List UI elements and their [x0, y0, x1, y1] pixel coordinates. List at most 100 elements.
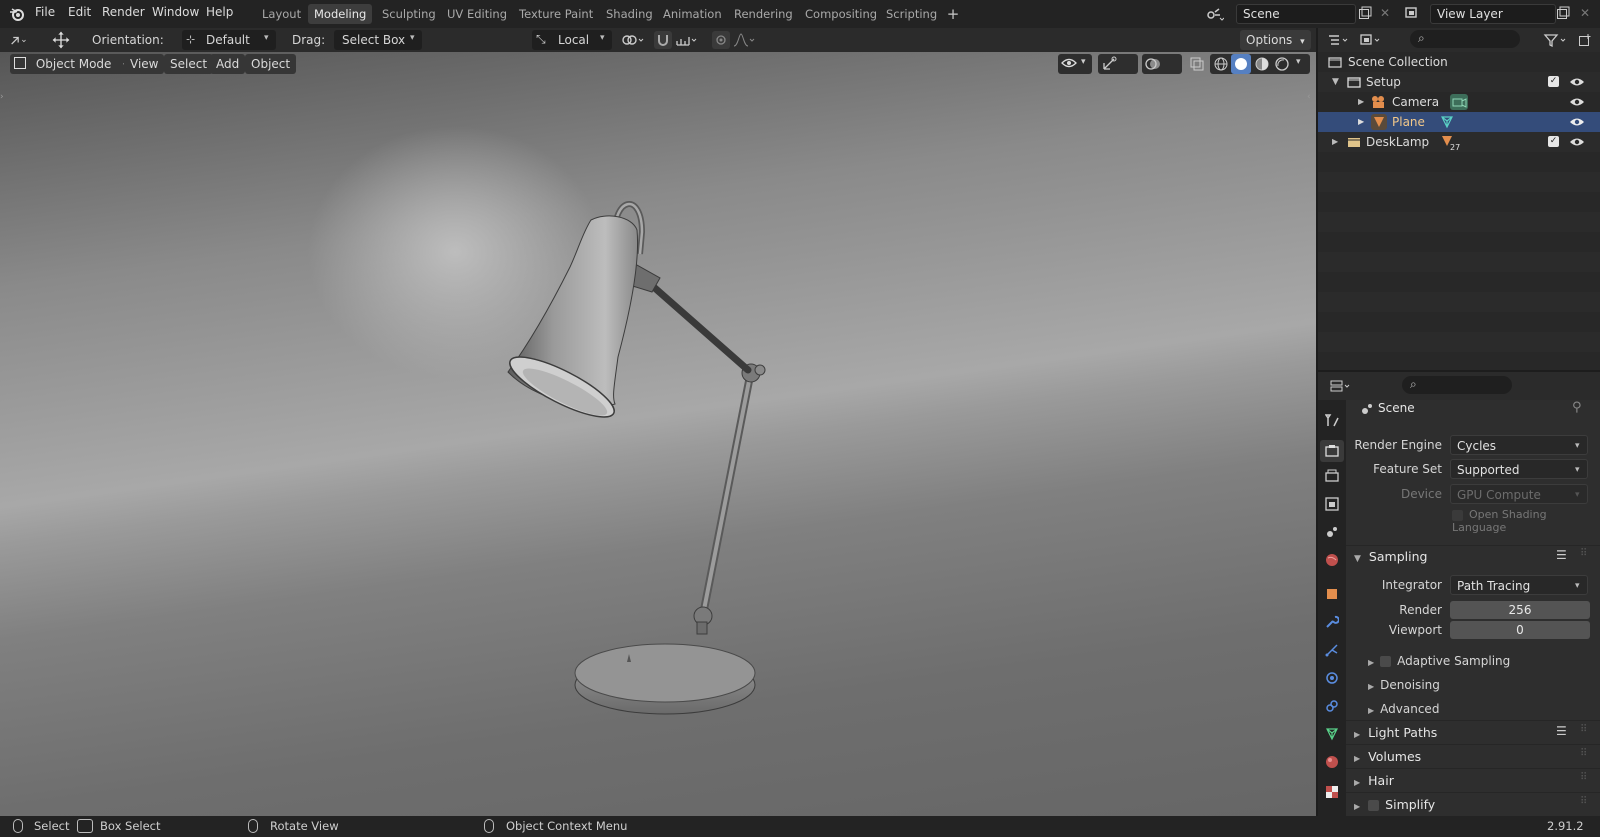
texture-tab-icon[interactable]	[1324, 784, 1340, 800]
snap-magnet-icon[interactable]	[654, 31, 672, 49]
proportional-editing-icon[interactable]	[712, 31, 730, 49]
tab-compositing[interactable]: Compositing	[799, 4, 883, 24]
top-bar: File Edit Render Window Help Layout Mode…	[0, 0, 1600, 28]
outliner-search-input[interactable]: ⌕	[1410, 30, 1520, 48]
expand-arrow-icon: ▶	[1354, 730, 1361, 739]
volumes-panel-header[interactable]: ▶ Volumes	[1354, 749, 1421, 764]
denoising-subpanel[interactable]: ▶ Denoising	[1368, 678, 1440, 692]
tool-mode-icon[interactable]	[10, 31, 28, 49]
tab-scripting[interactable]: Scripting	[880, 4, 943, 24]
view-layer-field[interactable]: View Layer	[1430, 4, 1556, 24]
pin-icon[interactable]: ⚲	[1572, 400, 1582, 415]
snap-increment-icon[interactable]	[674, 31, 700, 49]
advanced-subpanel[interactable]: ▶ Advanced	[1368, 702, 1439, 716]
constraints-tab-icon[interactable]	[1324, 698, 1340, 714]
scene-tab-icon[interactable]	[1324, 524, 1340, 540]
properties-search-input[interactable]: ⌕	[1402, 376, 1512, 394]
expand-arrow-icon: ▶	[1368, 682, 1375, 691]
light-paths-panel-header[interactable]: ▶ Light Paths	[1354, 725, 1437, 740]
tab-uv-editing[interactable]: UV Editing	[441, 4, 513, 24]
outliner-item-plane[interactable]: ▶ Plane	[1318, 112, 1600, 132]
delete-view-layer-icon[interactable]: ✕	[1576, 4, 1594, 22]
tool-settings-tab-icon[interactable]	[1324, 412, 1340, 428]
scene-selector-icon[interactable]	[1206, 5, 1224, 23]
new-scene-icon[interactable]	[1356, 4, 1374, 22]
menu-file[interactable]: File	[35, 5, 55, 19]
hair-panel-header[interactable]: ▶ Hair	[1354, 773, 1394, 788]
expand-arrow-icon[interactable]: ▶	[1332, 132, 1338, 152]
eye-icon[interactable]	[1569, 135, 1585, 155]
tab-texture-paint[interactable]: Texture Paint	[513, 4, 599, 24]
drag-dropdown[interactable]: Select Box ▾	[334, 30, 422, 50]
presets-list-icon[interactable]: ☰	[1556, 724, 1567, 738]
device-value: GPU Compute	[1457, 488, 1541, 502]
tab-sculpting[interactable]: Sculpting	[376, 4, 442, 24]
camera-data-icon[interactable]	[1450, 94, 1468, 110]
particles-tab-icon[interactable]	[1324, 642, 1340, 658]
expand-arrow-icon[interactable]: ▶	[1358, 112, 1364, 132]
new-view-layer-icon[interactable]	[1554, 4, 1572, 22]
simplify-checkbox[interactable]	[1368, 800, 1380, 811]
advanced-label: Advanced	[1380, 702, 1440, 716]
outliner-item-desklamp[interactable]: ▶ DeskLamp 27 ✓	[1318, 132, 1600, 152]
tab-layout[interactable]: Layout	[256, 4, 307, 24]
desk-lamp-model[interactable]	[0, 52, 1316, 816]
integrator-dropdown[interactable]: Path Tracing ▾	[1450, 575, 1588, 595]
drag-handle-icon[interactable]: ⠿	[1580, 748, 1587, 759]
orientation-dropdown[interactable]: ⊹ Default ▾	[182, 30, 276, 50]
menu-window[interactable]: Window	[152, 5, 199, 19]
drag-handle-icon[interactable]: ⠿	[1580, 548, 1587, 559]
world-tab-icon[interactable]	[1324, 552, 1340, 568]
outliner-item-setup[interactable]: ▼ Setup ✓	[1318, 72, 1600, 92]
pivot-dropdown[interactable]: ⤡ Local ▾	[532, 30, 612, 50]
expand-arrow-icon[interactable]: ▶	[1358, 92, 1364, 112]
sampling-panel-header[interactable]: ▼ Sampling	[1354, 549, 1427, 564]
drag-handle-icon[interactable]: ⠿	[1580, 796, 1587, 807]
expand-arrow-icon: ▶	[1368, 706, 1375, 715]
feature-set-dropdown[interactable]: Supported ▾	[1450, 459, 1588, 479]
viewport-samples-field[interactable]: 0	[1450, 621, 1590, 639]
blender-logo-icon[interactable]	[8, 5, 26, 23]
menu-edit[interactable]: Edit	[68, 5, 91, 19]
mesh-data-tab-icon[interactable]	[1324, 726, 1340, 742]
delete-scene-icon[interactable]: ✕	[1376, 4, 1394, 22]
tab-shading[interactable]: Shading	[600, 4, 659, 24]
drag-handle-icon[interactable]: ⠿	[1580, 772, 1587, 783]
outliner-scene-collection[interactable]: Scene Collection	[1318, 52, 1600, 72]
add-workspace-icon[interactable]: +	[944, 5, 962, 23]
adaptive-sampling-subpanel[interactable]: ▶ Adaptive Sampling	[1368, 654, 1510, 668]
checkbox-icon[interactable]: ✓	[1548, 76, 1559, 87]
new-collection-icon[interactable]	[1576, 31, 1594, 49]
render-engine-dropdown[interactable]: Cycles ▾	[1450, 435, 1588, 455]
status-box-select: Box Select	[100, 819, 161, 833]
volumes-title: Volumes	[1368, 749, 1422, 764]
view-layer-icon[interactable]	[1404, 4, 1422, 22]
filter-icon[interactable]	[1542, 31, 1570, 49]
3d-viewport[interactable]: Object Mode ▾ View Select Add Object ▾	[0, 52, 1316, 816]
adaptive-sampling-checkbox[interactable]	[1380, 656, 1392, 667]
editor-type-icon[interactable]	[1326, 31, 1352, 49]
drag-handle-icon[interactable]: ⠿	[1580, 724, 1587, 735]
properties-editor-type-icon[interactable]	[1328, 377, 1354, 395]
simplify-panel-header[interactable]: ▶ Simplify	[1354, 797, 1435, 812]
display-mode-icon[interactable]	[1358, 31, 1384, 49]
scene-name-field[interactable]: Scene	[1236, 4, 1356, 24]
material-tab-icon[interactable]	[1324, 754, 1340, 770]
tab-rendering[interactable]: Rendering	[728, 4, 799, 24]
expand-arrow-icon[interactable]: ▼	[1332, 72, 1339, 92]
falloff-curve-icon[interactable]	[732, 31, 758, 49]
outliner-item-camera[interactable]: ▶ Camera	[1318, 92, 1600, 112]
render-engine-value: Cycles	[1457, 439, 1497, 453]
checkbox-icon[interactable]: ✓	[1548, 136, 1559, 147]
move-tool-icon[interactable]	[52, 31, 70, 49]
osl-checkbox	[1452, 509, 1463, 521]
tab-modeling[interactable]: Modeling	[308, 4, 373, 24]
presets-list-icon[interactable]: ☰	[1556, 548, 1567, 562]
render-samples-field[interactable]: 256	[1450, 601, 1590, 619]
physics-tab-icon[interactable]	[1324, 670, 1340, 686]
transform-affect-icon[interactable]	[620, 31, 648, 49]
tab-animation[interactable]: Animation	[657, 4, 728, 24]
menu-help[interactable]: Help	[206, 5, 233, 19]
options-button[interactable]: Options ▾	[1240, 30, 1311, 50]
menu-render[interactable]: Render	[102, 5, 145, 19]
